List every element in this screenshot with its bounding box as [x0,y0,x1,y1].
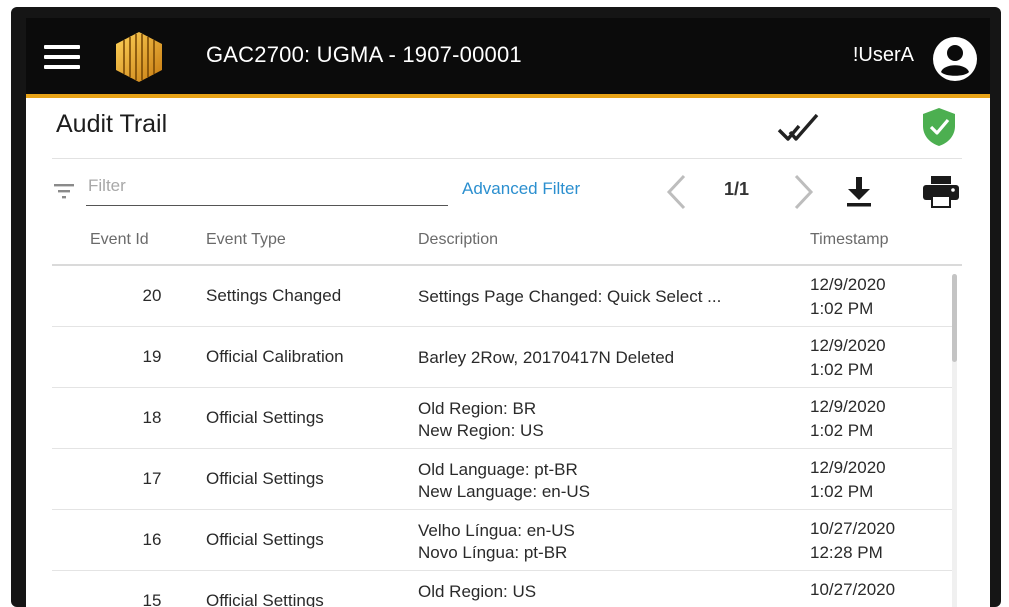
app-bar: GAC2700: UGMA - 1907-00001 !UserA [26,18,990,98]
timestamp-time: 1:02 PM [810,421,874,440]
description-line: Old Region: BR [418,399,537,418]
timestamp-date: 10/27/2020 [810,580,896,599]
event-timestamp: 12/9/2020 1:02 PM [810,395,886,443]
print-icon[interactable] [922,175,960,209]
event-type: Official Calibration [206,347,344,366]
download-icon[interactable] [844,176,874,208]
description-line: New Region: US [418,421,544,440]
timestamp-time: 12:28 PM [810,543,883,562]
page-title: Audit Trail [56,110,168,138]
event-id: 20 [142,286,162,305]
check-icon[interactable] [776,110,820,146]
timestamp-time: 1:02 PM [810,299,874,318]
table-row[interactable]: 20 Settings Changed Settings Page Change… [52,266,956,327]
user-name[interactable]: !UserA [853,44,914,67]
event-id: 16 [142,530,162,549]
description-line: Settings Page Changed: Quick Select ... [418,287,722,306]
logo-icon [116,32,162,82]
event-description: Old Language: pt-BR New Language: en-US [418,459,590,503]
event-timestamp: 10/27/2020 12:28 PM [810,517,895,565]
table-row[interactable]: 17 Official Settings Old Language: pt-BR… [52,449,956,510]
timestamp-time: 1:02 PM [810,482,874,501]
table-header: Event Id Event Type Description Timestam… [52,216,962,266]
timestamp-time: 1:02 PM [810,360,874,379]
audit-table-body: 20 Settings Changed Settings Page Change… [52,266,956,607]
event-type: Official Settings [206,530,324,549]
description-line: Novo Língua: pt-BR [418,543,568,562]
timestamp-date: 10/27/2020 [810,519,896,538]
event-id: 18 [142,408,162,427]
description-line: Old Region: US [418,582,537,601]
event-timestamp: 12/9/2020 1:02 PM [810,273,886,321]
table-row[interactable]: 18 Official Settings Old Region: BR New … [52,388,956,449]
description-line: Old Language: pt-BR [418,460,578,479]
event-description: Barley 2Row, 20170417N Deleted [418,347,674,369]
table-row[interactable]: 16 Official Settings Velho Língua: en-US… [52,510,956,571]
page-indicator: 1/1 [724,179,750,199]
event-description: Old Region: BR New Region: US [418,398,544,442]
event-id: 19 [142,347,162,366]
timestamp-date: 12/9/2020 [810,336,886,355]
chevron-right-icon[interactable] [792,173,816,211]
column-header-description[interactable]: Description [418,231,498,249]
filter-icon [54,184,74,199]
scrollbar-thumb[interactable] [952,274,957,362]
title-bar: Audit Trail [26,98,990,158]
event-id: 17 [142,469,162,488]
event-type: Official Settings [206,469,324,488]
description-line: Velho Língua: en-US [418,521,575,540]
toolbar: Advanced Filter 1/1 [26,159,990,214]
column-header-event-type[interactable]: Event Type [206,231,286,249]
event-type: Official Settings [206,408,324,427]
app-screen: GAC2700: UGMA - 1907-00001 !UserA Audit … [26,18,990,607]
column-header-timestamp[interactable]: Timestamp [810,231,889,249]
column-header-event-id[interactable]: Event Id [90,231,149,249]
avatar-icon[interactable] [932,36,978,82]
filter-input[interactable] [86,167,448,206]
description-line: Barley 2Row, 20170417N Deleted [418,348,675,367]
event-description: Old Region: US [418,581,536,603]
event-type: Settings Changed [206,286,342,305]
event-type: Official Settings [206,591,324,607]
event-timestamp: 12/9/2020 1:02 PM [810,456,886,504]
event-id: 15 [142,591,162,607]
event-description: Velho Língua: en-US Novo Língua: pt-BR [418,520,575,564]
event-timestamp: 12/9/2020 1:02 PM [810,334,886,382]
menu-icon[interactable] [44,45,80,69]
app-title: GAC2700: UGMA - 1907-00001 [206,42,522,67]
timestamp-date: 12/9/2020 [810,275,886,294]
advanced-filter-link[interactable]: Advanced Filter [462,179,580,199]
event-description: Settings Page Changed: Quick Select ... [418,286,721,308]
chevron-left-icon[interactable] [664,173,688,211]
table-row[interactable]: 19 Official Calibration Barley 2Row, 201… [52,327,956,388]
event-timestamp: 10/27/2020 [810,578,895,602]
table-row[interactable]: 15 Official Settings Old Region: US 10/2… [52,571,956,607]
table-scrollbar[interactable] [952,274,957,607]
timestamp-date: 12/9/2020 [810,397,886,416]
shield-check-icon [923,108,955,146]
timestamp-date: 12/9/2020 [810,458,886,477]
description-line: New Language: en-US [418,482,591,501]
